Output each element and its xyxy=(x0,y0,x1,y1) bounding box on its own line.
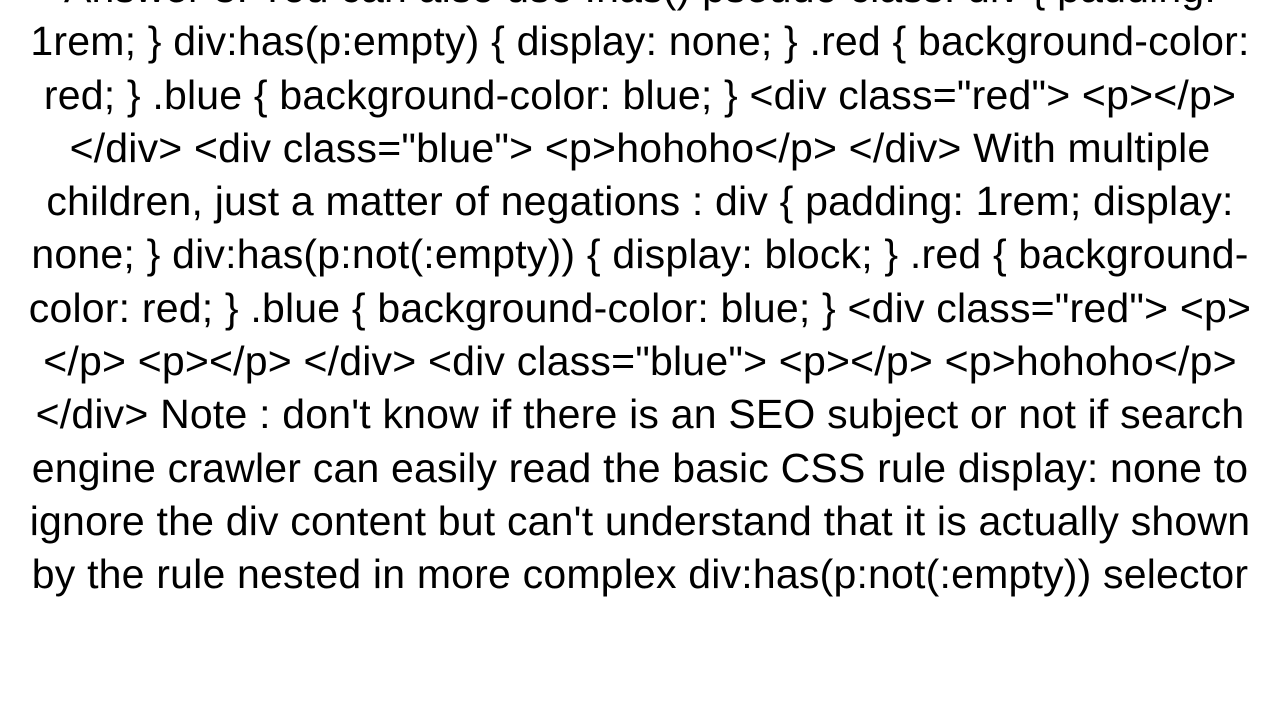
document-page: Answer 3: You can also use :has() pseudo… xyxy=(0,0,1280,720)
answer-body-text: Answer 3: You can also use :has() pseudo… xyxy=(14,0,1266,602)
